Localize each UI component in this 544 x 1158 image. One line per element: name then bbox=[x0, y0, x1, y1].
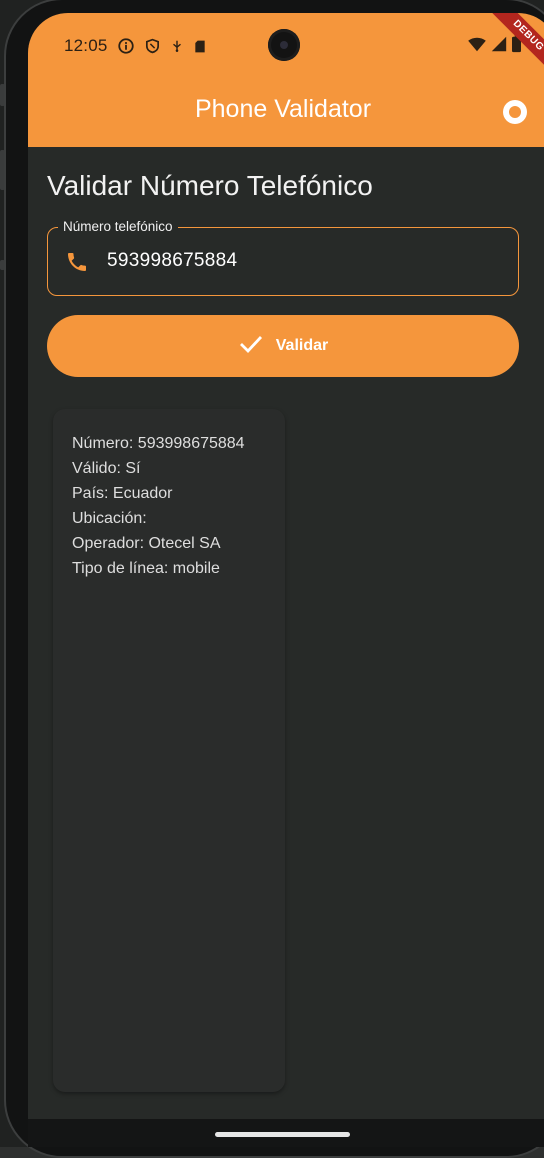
validate-button-label: Validar bbox=[275, 337, 329, 354]
phone-number-field[interactable]: Número telefónico bbox=[47, 219, 519, 296]
phone-screen: 12:05 DEBUG Phone Validator Validar Núme… bbox=[28, 13, 544, 1147]
shield-icon bbox=[144, 37, 161, 55]
home-gesture-handle[interactable] bbox=[215, 1132, 350, 1137]
page-title: Validar Número Telefónico bbox=[47, 170, 373, 201]
status-bar-right bbox=[467, 35, 522, 58]
app-title: Phone Validator bbox=[194, 95, 372, 123]
signal-icon bbox=[491, 36, 507, 57]
check-icon bbox=[238, 333, 264, 360]
wifi-icon bbox=[467, 36, 487, 57]
result-location: Ubicación: bbox=[72, 510, 147, 527]
validate-button[interactable]: Validar bbox=[47, 315, 519, 377]
toggle-icon[interactable] bbox=[502, 99, 528, 125]
usb-icon bbox=[170, 37, 184, 55]
sd-card-icon bbox=[193, 38, 207, 55]
info-icon bbox=[117, 37, 135, 55]
app-top-bar: 12:05 DEBUG Phone Validator bbox=[28, 13, 544, 147]
result-carrier: Operador: Otecel SA bbox=[72, 535, 221, 552]
result-line-type: Tipo de línea: mobile bbox=[72, 560, 220, 577]
result-country: País: Ecuador bbox=[72, 485, 173, 502]
phone-icon bbox=[65, 250, 89, 279]
status-bar-left: 12:05 bbox=[64, 35, 207, 57]
front-camera bbox=[268, 29, 300, 61]
result-number: Número: 593998675884 bbox=[72, 435, 245, 452]
phone-field-label: Número telefónico bbox=[58, 219, 178, 234]
result-valid: Válido: Sí bbox=[72, 460, 141, 477]
phone-number-input[interactable] bbox=[107, 246, 487, 276]
result-card: Número: 593998675884 Válido: Sí País: Ec… bbox=[53, 409, 285, 1092]
status-time: 12:05 bbox=[64, 36, 108, 55]
